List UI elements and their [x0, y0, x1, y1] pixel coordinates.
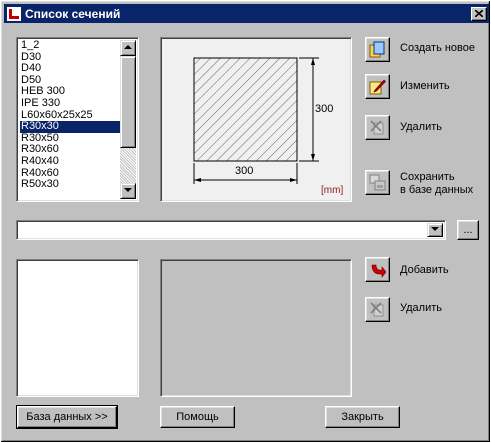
scroll-up-button[interactable]	[120, 40, 136, 56]
browse-button[interactable]: ...	[457, 220, 479, 240]
list-item[interactable]: R50x30	[20, 179, 122, 191]
add-button[interactable]	[365, 257, 390, 282]
arrow-down-icon	[124, 188, 132, 192]
width-dimension-label: 300	[235, 165, 254, 177]
add-label: Добавить	[400, 264, 449, 276]
section-preview: 300 300 [mm]	[160, 37, 352, 202]
delete-database-button[interactable]	[365, 297, 390, 322]
save-database-icon	[369, 174, 386, 191]
delete-database-label: Удалить	[400, 302, 442, 314]
list-item[interactable]: R40x40	[20, 155, 122, 168]
scroll-thumb[interactable]	[120, 56, 136, 148]
list-item[interactable]: IPE 330	[20, 97, 122, 110]
list-item-selected[interactable]: R30x30	[20, 121, 122, 133]
save-to-database-button[interactable]	[365, 170, 390, 195]
copy-pages-icon	[369, 41, 385, 58]
delete-icon	[370, 120, 384, 135]
list-item[interactable]: 1_2	[20, 39, 122, 52]
edit-label: Изменить	[400, 80, 450, 92]
database-preview	[160, 259, 352, 397]
scroll-down-button[interactable]	[120, 183, 136, 199]
window-title: Список сечений	[25, 6, 121, 21]
database-toggle-button[interactable]: База данных >>	[16, 405, 118, 429]
sections-listbox[interactable]: 1_2 D30 D40 D50 HEB 300 IPE 330 L60x60x2…	[16, 37, 139, 202]
dialog-window: Список сечений 1_2 D30 D40 D50 HEB 300 I…	[0, 0, 491, 443]
title-bar[interactable]: Список сечений	[4, 4, 489, 23]
combo-dropdown-button[interactable]	[427, 223, 443, 237]
edit-button[interactable]	[365, 74, 390, 99]
create-new-button[interactable]	[365, 37, 390, 62]
unit-label: [mm]	[321, 185, 344, 196]
close-window-button[interactable]	[471, 6, 487, 21]
section-drawing	[193, 57, 319, 184]
delete-section-button[interactable]	[365, 115, 390, 140]
height-dimension-label: 300	[315, 103, 334, 115]
edit-pencil-icon	[369, 79, 386, 95]
help-button[interactable]: Помощь	[160, 406, 235, 428]
section-shape	[193, 57, 298, 162]
save-to-database-label-line1: Сохранить	[400, 171, 455, 183]
create-new-label: Создать новое	[400, 42, 476, 54]
arrow-up-icon	[124, 45, 132, 49]
chevron-down-icon	[431, 227, 439, 231]
sections-list-items: 1_2 D30 D40 D50 HEB 300 IPE 330 L60x60x2…	[20, 39, 122, 191]
close-button[interactable]: Закрыть	[325, 406, 400, 428]
save-to-database-label-line2: в базе данных	[400, 184, 474, 196]
delete-icon	[370, 302, 384, 317]
delete-section-label: Удалить	[400, 121, 442, 133]
sections-scrollbar[interactable]	[120, 40, 136, 199]
database-combo[interactable]	[16, 220, 446, 240]
database-sections-listbox[interactable]	[16, 259, 139, 397]
add-arrow-icon	[371, 264, 386, 278]
close-icon	[475, 10, 483, 17]
app-logo-icon	[7, 6, 21, 21]
